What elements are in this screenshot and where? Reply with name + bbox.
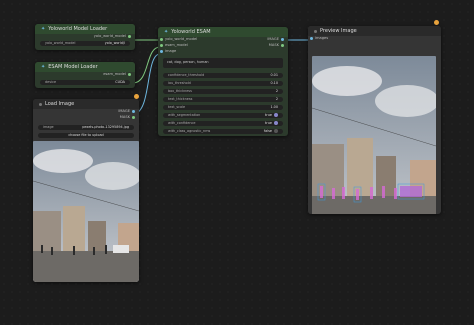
upload-label: choose file to upload [68,133,104,137]
input-images[interactable]: images [308,36,328,41]
output-image-preview [312,56,436,214]
collapse-dot-icon[interactable] [314,29,317,33]
widget-value: 1.00 [270,105,278,109]
toggle-knob-icon[interactable] [274,113,278,117]
output-mask[interactable]: MASK [120,115,137,120]
loaded-image-preview [33,141,139,282]
input-image[interactable]: image [158,49,176,54]
widget-label: with_class_agnostic_nms [168,129,211,133]
input-dot[interactable] [310,36,313,40]
widget-value: pexels-photo-13295894.jpg [82,125,129,129]
preview-image-node[interactable]: Preview Image images [308,26,441,214]
with-class-agnostic-nms-toggle[interactable]: with_class_agnostic_nms false [163,129,283,134]
upload-button[interactable]: choose file to upload [38,133,134,138]
widget-label: with_confidence [168,121,196,125]
node-title: Load Image [45,101,75,107]
iou-threshold-widget[interactable]: iou_threshold 0.10 [163,81,283,86]
output-dot[interactable] [132,115,135,119]
output-image[interactable]: IMAGE [118,109,137,114]
yolo-world-model-widget[interactable]: yolo_world_model yolo_world/l [40,41,130,46]
widget-label: image [43,125,54,129]
input-label: image [165,49,177,53]
output-label: yolo_world_model [93,34,126,38]
widget-label: device [45,80,57,84]
yoloworld-model-loader-node[interactable]: ✦ Yoloworld Model Loader yolo_world_mode… [35,24,135,50]
output-dot[interactable] [128,72,131,76]
device-widget[interactable]: device CUDA [40,80,130,85]
widget-label: text_thickness [168,97,193,101]
node-badge-icon: ✦ [164,29,169,35]
widget-label: box_thickness [168,89,192,93]
confidence-threshold-widget[interactable]: confidence_threshold 0.01 [163,73,283,78]
node-header[interactable]: Load Image [33,99,139,109]
output-esam-model[interactable]: esam_model [103,72,133,77]
node-badge-icon: ✦ [41,64,46,70]
box-thickness-widget[interactable]: box_thickness 2 [163,89,283,94]
text-thickness-widget[interactable]: text_thickness 2 [163,97,283,102]
input-label: esam_model [165,43,188,47]
input-label: images [315,36,329,40]
output-yolo-world-model[interactable]: yolo_world_model [94,34,133,39]
widget-label: confidence_threshold [168,73,205,77]
collapse-dot-icon[interactable] [39,102,42,106]
output-mask[interactable]: MASK [269,43,286,48]
node-title: Preview Image [320,28,357,34]
widget-label: text_scale [168,105,186,109]
link-esam-model [132,46,161,84]
output-label: MASK [268,43,279,47]
widget-value: true [265,121,272,125]
widget-label: with_segmentation [168,113,201,117]
with-confidence-toggle[interactable]: with_confidence true [163,121,283,126]
output-label: IMAGE [267,37,279,41]
output-label: esam_model [103,72,126,76]
load-image-node[interactable]: Load Image IMAGE MASK image pexels-photo… [33,99,139,282]
output-image[interactable]: IMAGE [267,37,286,42]
node-header[interactable]: ✦ Yoloworld ESAM [158,27,288,37]
image-select-widget[interactable]: image pexels-photo-13295894.jpg [38,125,134,130]
widget-value: yolo_world/l [104,41,125,45]
input-yolo-world-model[interactable]: yolo_world_model [158,37,197,42]
input-dot[interactable] [160,37,163,41]
node-title: Yoloworld Model Loader [48,26,108,32]
esam-model-loader-node[interactable]: ✦ ESAM Model Loader esam_model device CU… [35,62,135,88]
yoloworld-esam-node[interactable]: ✦ Yoloworld ESAM yolo_world_model esam_m… [158,27,288,136]
input-esam-model[interactable]: esam_model [158,43,188,48]
node-header[interactable]: Preview Image [308,26,441,36]
toggle-knob-icon[interactable] [274,121,278,125]
output-label: MASK [119,115,130,119]
widget-value: 2 [275,97,278,101]
widget-value: 2 [275,89,278,93]
node-badge-icon: ✦ [41,26,46,32]
widget-value: false [263,129,272,133]
widget-value: 0.10 [270,81,278,85]
widget-value: true [265,113,272,117]
widget-value: CUDA [115,80,125,84]
output-dot[interactable] [281,37,284,41]
input-dot[interactable] [160,49,163,53]
input-label: yolo_world_model [165,37,198,41]
widget-value: 0.01 [270,73,278,77]
node-status-badge [134,94,139,99]
node-header[interactable]: ✦ ESAM Model Loader [35,62,135,72]
node-title: Yoloworld ESAM [171,29,211,35]
node-status-badge [434,20,439,25]
output-dot[interactable] [132,109,135,113]
widget-label: iou_threshold [168,81,191,85]
input-dot[interactable] [160,43,163,47]
node-header[interactable]: ✦ Yoloworld Model Loader [35,24,135,34]
node-title: ESAM Model Loader [48,64,98,70]
text-prompt-textarea[interactable]: cat, dog, person, human [163,58,283,68]
with-segmentation-toggle[interactable]: with_segmentation true [163,113,283,118]
toggle-knob-icon[interactable] [274,129,278,133]
output-dot[interactable] [281,43,284,47]
widget-label: yolo_world_model [45,41,76,45]
text-scale-widget[interactable]: text_scale 1.00 [163,105,283,110]
output-dot[interactable] [128,34,131,38]
output-label: IMAGE [118,109,130,113]
